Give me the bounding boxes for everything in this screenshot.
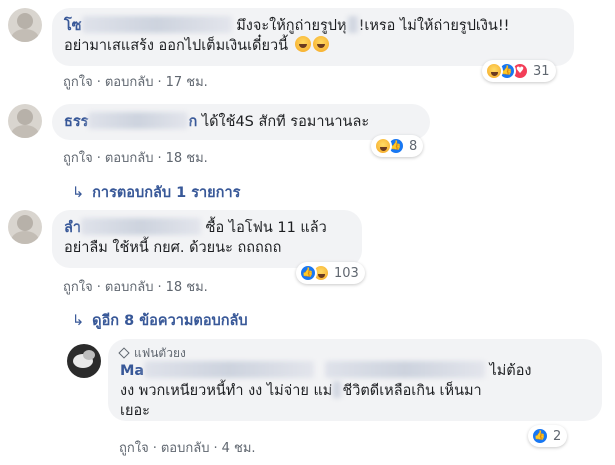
reaction-count: 8 [409,138,418,154]
comment-text: ซื้อ ไอโฟน 11 แล้ว [205,220,327,236]
view-replies-link[interactable]: ↳ การตอบกลับ 1 รายการ [72,181,240,204]
haha-icon [374,137,392,155]
like-icon: 👍 [531,427,549,445]
separator: · [96,151,101,166]
top-fan-badge: แฟนตัวยง [118,345,590,361]
reaction-summary[interactable]: 👍 103 [296,262,365,284]
reaction-summary[interactable]: 👍 ♥ 31 [482,60,556,82]
reply-arrow-icon: ↳ [72,313,85,329]
reply-button[interactable]: ตอบกลับ [105,151,154,166]
comment-time[interactable]: 18 ชม. [166,151,208,166]
separator: · [157,151,162,166]
view-more-replies-link[interactable]: ↳ ดูอีก 8 ข้อความตอบกลับ [72,309,248,332]
rofl-emoji-icon [294,36,311,52]
comment-author[interactable]: โซ [64,18,82,34]
separator: · [213,441,218,456]
reaction-count: 2 [553,428,562,444]
like-button[interactable]: ถูกใจ [63,151,93,166]
reply-button[interactable]: ตอบกลับ [105,75,154,90]
avatar[interactable] [8,8,42,42]
separator: · [96,75,101,90]
comment-bubble: ลำ ซื้อ ไอโฟน 11 แล้ว อย่าลืม ใช้หนี้ กย… [52,210,362,268]
top-fan-label: แฟนตัวยง [134,346,186,360]
comment-text: มึงจะให้กูถ่ายรูปหุ [236,18,347,34]
reaction-summary[interactable]: 👍 8 [371,135,424,157]
reply-text: ชีวิตดีเหลือเกิน เห็นมา [342,383,482,399]
reply-text: ไม่ต้อง [489,363,532,379]
reply-button[interactable]: ตอบกลับ [105,280,154,295]
comment-text: อย่าลืม ใช้หนี้ กยศ. ด้วยนะ ถถถถถ [64,240,282,256]
comment-actions: ถูกใจ · ตอบกลับ · 17 ชม. [63,71,208,92]
comment-text: !เหรอ ไม่ให้ถ่ายรูปเงิน!! [358,18,510,34]
view-replies-label[interactable]: ดูอีก 8 ข้อความตอบกลับ [92,313,247,329]
redacted-text [346,16,359,33]
reply-bubble: แฟนตัวยง Ma ไม่ต้อง งง พวกเหนียวหนี้ทำ ง… [108,339,602,421]
comment-bubble: ธรร ก ได้ใช้4S สักที รอมานานละ [52,104,430,140]
redacted-name [144,361,315,378]
reply-button[interactable]: ตอบกลับ [161,441,210,456]
separator: · [157,280,162,295]
rofl-emoji-icon [312,36,329,52]
reaction-count: 103 [334,265,359,281]
like-button[interactable]: ถูกใจ [63,280,93,295]
diamond-icon [118,347,130,359]
separator: · [152,441,157,456]
redacted-name [81,218,202,235]
avatar[interactable] [8,210,42,244]
redacted-name [88,112,189,129]
reply-author[interactable]: Ma [120,363,144,379]
separator: · [96,280,101,295]
haha-icon [485,62,503,80]
redacted-text [324,361,485,378]
reply-text: เยอะ [120,403,150,419]
redacted-text [332,381,343,398]
reply-arrow-icon: ↳ [72,185,85,201]
comment-actions: ถูกใจ · ตอบกลับ · 18 ชม. [63,276,208,297]
like-button[interactable]: ถูกใจ [63,75,93,90]
comment-actions: ถูกใจ · ตอบกลับ · 18 ชม. [63,147,208,168]
comment-text: อย่ามาเสแสร้ง ออกไปเต็มเงินเดี๋ยวนี้ [64,38,289,54]
reply-actions: ถูกใจ · ตอบกลับ · 4 ชม. [119,437,256,458]
like-icon: 👍 [299,264,317,282]
comment-author[interactable]: ธรร [64,114,88,130]
reply-text: งง พวกเหนียวหนี้ทำ งง ไม่จ่าย แม่ [120,383,333,399]
avatar[interactable] [67,344,101,378]
reaction-count: 31 [533,63,550,79]
like-button[interactable]: ถูกใจ [119,441,149,456]
separator: · [157,75,162,90]
reaction-summary[interactable]: 👍 2 [528,425,568,447]
reply-time[interactable]: 4 ชม. [222,441,256,456]
redacted-name [81,16,232,33]
view-replies-label[interactable]: การตอบกลับ 1 รายการ [92,185,240,201]
comment-time[interactable]: 18 ชม. [166,280,208,295]
comment-text: ได้ใช้4S สักที รอมานานละ [201,114,370,130]
avatar[interactable] [8,104,42,138]
comment-time[interactable]: 17 ชม. [166,75,208,90]
comment-bubble: โซ มึงจะให้กูถ่ายรูปหุ !เหรอ ไม่ให้ถ่ายรู… [52,8,574,66]
comment-author[interactable]: ลำ [64,220,81,236]
comment-author-tail[interactable]: ก [188,114,197,130]
